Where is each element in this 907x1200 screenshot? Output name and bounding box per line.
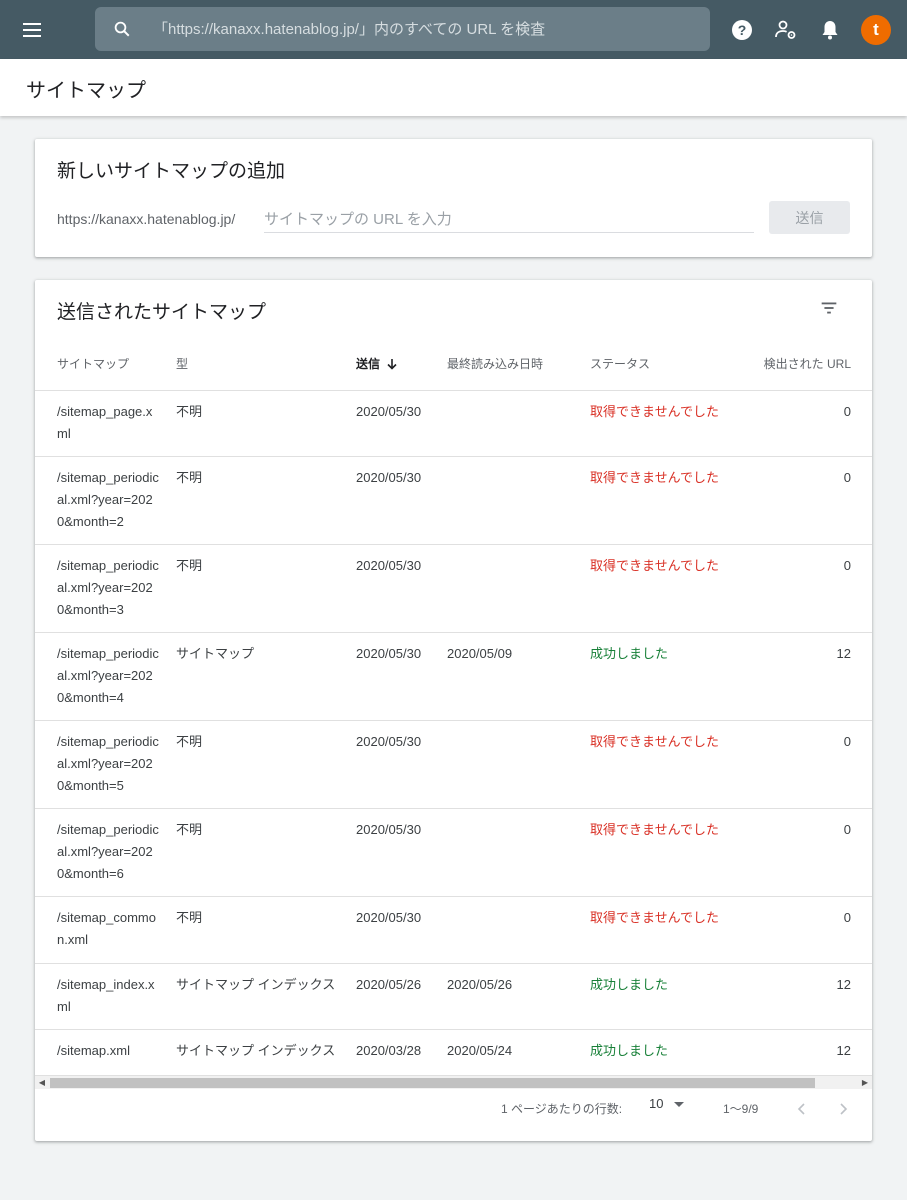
last-read-date: 2020/05/24 [447,1043,513,1058]
previous-page-icon[interactable] [795,1102,809,1116]
sitemap-type: 不明 [176,734,203,749]
sitemap-type: 不明 [176,470,203,485]
horizontal-scrollbar[interactable]: ◀ ▶ [35,1075,872,1089]
scrollbar-thumb[interactable] [50,1078,815,1088]
sitemap-path: /sitemap_periodical.xml?year=2020&month=… [57,646,159,705]
sitemap-type: サイトマップ インデックス [176,977,336,992]
scroll-left-icon[interactable]: ◀ [37,1078,47,1088]
rows-per-page-value: 10 [649,1096,664,1111]
discovered-url-count: 0 [843,910,851,925]
sitemap-type: 不明 [176,822,203,837]
avatar[interactable]: t [861,15,891,45]
filter-icon[interactable] [818,297,840,319]
table-row[interactable]: /sitemap_page.xml 不明 2020/05/30 取得できませんでした 0 [35,390,872,456]
submitted-date: 2020/05/30 [356,822,422,837]
help-icon[interactable]: ? [730,18,754,42]
submitted-date: 2020/05/30 [356,558,422,573]
table-row[interactable]: /sitemap_periodical.xml?year=2020&month=… [35,720,872,808]
column-header-discovered-urls[interactable]: 検出された URL [764,355,851,372]
discovered-url-count: 0 [843,734,851,749]
sitemap-type: サイトマップ インデックス [176,1043,336,1058]
table-row[interactable]: /sitemap_periodical.xml?year=2020&month=… [35,808,872,896]
column-header-status[interactable]: ステータス [590,355,650,372]
search-icon[interactable] [113,20,131,38]
discovered-url-count: 0 [843,558,851,573]
sitemap-path: /sitemap_periodical.xml?year=2020&month=… [57,734,159,793]
status-text: 取得できませんでした [590,822,719,837]
scroll-right-icon[interactable]: ▶ [860,1078,870,1088]
table-row[interactable]: /sitemap_index.xml サイトマップ インデックス 2020/05/2… [35,963,872,1029]
menu-icon[interactable] [18,17,48,43]
rows-per-page-select[interactable]: 10 [649,1096,685,1111]
dropdown-arrow-icon [674,1101,685,1107]
last-read-date: 2020/05/09 [447,646,513,661]
sitemap-path: /sitemap_page.xml [57,404,153,441]
submitted-date: 2020/03/28 [356,1043,422,1058]
submit-button[interactable]: 送信 [769,201,850,234]
user-settings-icon[interactable] [774,18,798,42]
sitemap-path: /sitemap_index.xml [57,977,155,1014]
add-sitemap-card: 新しいサイトマップの追加 https://kanaxx.hatenablog.j… [35,139,872,257]
sitemap-url-prefix: https://kanaxx.hatenablog.jp/ [57,211,236,227]
table-row[interactable]: /sitemap_periodical.xml?year=2020&month=… [35,544,872,632]
add-sitemap-title: 新しいサイトマップの追加 [57,161,286,182]
table-row[interactable]: /sitemap_common.xml 不明 2020/05/30 取得できませんでし… [35,896,872,963]
submitted-date: 2020/05/30 [356,734,422,749]
sitemap-type: 不明 [176,404,203,419]
discovered-url-count: 12 [836,1043,851,1058]
table-row[interactable]: /sitemap_periodical.xml?year=2020&month=… [35,456,872,544]
sort-arrow-down-icon [387,358,397,370]
sitemap-path: /sitemap_periodical.xml?year=2020&month=… [57,558,159,617]
column-header-type[interactable]: 型 [176,355,188,372]
column-header-submitted[interactable]: 送信 [356,355,398,372]
submitted-sitemaps-card: 送信されたサイトマップ サイトマップ 型 送信 最終読み込み日時 ステータス 検… [35,280,872,1141]
notifications-icon[interactable] [818,18,842,42]
svg-text:?: ? [738,22,747,38]
sitemap-path: /sitemap_periodical.xml?year=2020&month=… [57,470,159,529]
table-row[interactable]: /sitemap_periodical.xml?year=2020&month=… [35,632,872,720]
submitted-date: 2020/05/26 [356,977,422,992]
page-header: サイトマップ [0,59,907,116]
discovered-url-count: 12 [836,977,851,992]
sitemap-path: /sitemap.xml [57,1043,130,1058]
status-text: 取得できませんでした [590,404,719,419]
pagination-range: 1〜9/9 [723,1102,759,1116]
search-box[interactable] [95,7,710,51]
discovered-url-count: 0 [843,822,851,837]
discovered-url-count: 12 [836,646,851,661]
status-text: 取得できませんでした [590,558,719,573]
sitemap-path: /sitemap_periodical.xml?year=2020&month=… [57,822,159,881]
status-text: 成功しました [590,1043,669,1058]
top-app-bar: ? t [0,0,907,59]
status-text: 成功しました [590,977,669,992]
last-read-date: 2020/05/26 [447,977,513,992]
column-header-submitted-label: 送信 [356,357,381,371]
table-row[interactable]: /sitemap.xml サイトマップ インデックス 2020/03/28 2020/… [35,1029,872,1075]
discovered-url-count: 0 [843,470,851,485]
sitemap-type: 不明 [176,558,203,573]
status-text: 成功しました [590,646,669,661]
search-input[interactable] [153,7,693,51]
status-text: 取得できませんでした [590,470,719,485]
discovered-url-count: 0 [843,404,851,419]
submitted-date: 2020/05/30 [356,470,422,485]
status-text: 取得できませんでした [590,734,719,749]
submitted-date: 2020/05/30 [356,910,422,925]
sitemap-type: サイトマップ [176,646,255,661]
column-header-last-read[interactable]: 最終読み込み日時 [447,355,543,372]
submitted-date: 2020/05/30 [356,404,422,419]
next-page-icon[interactable] [836,1102,850,1116]
page-title: サイトマップ [26,80,146,102]
sitemap-type: 不明 [176,910,203,925]
submitted-sitemaps-title: 送信されたサイトマップ [57,302,267,323]
sitemap-path: /sitemap_common.xml [57,910,156,947]
rows-per-page-label: 1 ページあたりの行数: [501,1102,623,1116]
status-text: 取得できませんでした [590,910,719,925]
sitemap-url-input[interactable] [264,207,754,233]
column-header-sitemap[interactable]: サイトマップ [57,355,129,372]
submitted-date: 2020/05/30 [356,646,422,661]
